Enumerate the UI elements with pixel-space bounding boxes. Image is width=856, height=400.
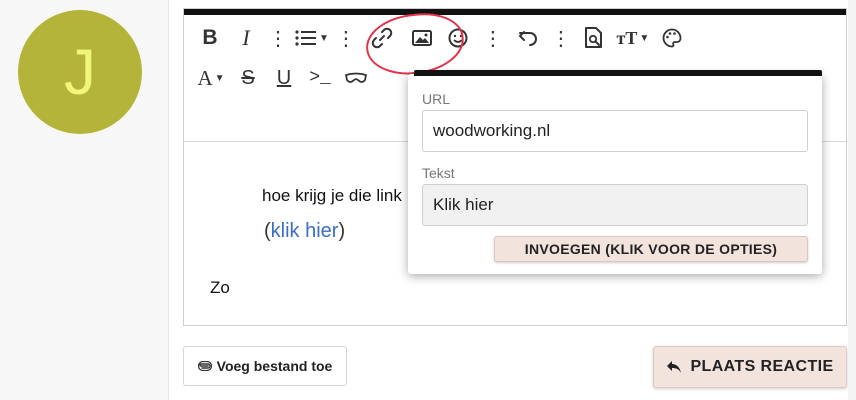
avatar[interactable]: J [18, 10, 142, 134]
code-icon: >_ [309, 68, 331, 88]
more-icon: ⋮ [335, 27, 356, 50]
editor-top-border [184, 9, 846, 15]
more-button[interactable]: ⋮ [546, 23, 576, 53]
undo-button[interactable] [510, 23, 546, 53]
italic-icon: I [242, 25, 250, 50]
inserted-link[interactable]: klik hier [271, 220, 339, 242]
font-button[interactable]: A ▼ [192, 63, 230, 93]
find-icon [584, 27, 602, 48]
underline-icon: U [276, 66, 292, 89]
text-label: Tekst [422, 165, 455, 181]
find-button[interactable] [576, 23, 612, 53]
underline-button[interactable]: U [266, 63, 302, 93]
strikethrough-icon: S [241, 66, 255, 89]
spoiler-button[interactable] [338, 63, 374, 93]
strikethrough-button[interactable]: S [230, 63, 266, 93]
undo-icon [518, 31, 537, 46]
more-button[interactable]: ⋮ [332, 23, 360, 53]
list-icon [295, 30, 316, 46]
url-label: URL [422, 91, 451, 107]
insert-link-popup: URL woodworking.nl Tekst Klik hier INVOE… [408, 70, 822, 274]
color-button[interactable] [654, 23, 690, 53]
chevron-down-icon: ▼ [639, 32, 650, 44]
more-icon: ⋮ [268, 27, 288, 50]
left-rail: J [0, 0, 169, 400]
font-icon: A [197, 65, 213, 90]
more-icon: ⋮ [550, 27, 571, 50]
avatar-initial: J [64, 36, 96, 108]
paperclip-icon [197, 361, 212, 371]
content-line: hoe krijg je die link [262, 186, 402, 205]
paren-open: ( [264, 220, 271, 242]
attach-file-label: Voeg bestand toe [216, 358, 333, 374]
chevron-down-icon: ▼ [319, 32, 329, 44]
list-button[interactable]: ▼ [292, 23, 332, 53]
link-text-field[interactable]: Klik hier [422, 184, 808, 226]
bold-button[interactable]: B [192, 23, 228, 53]
reply-icon [667, 361, 682, 373]
more-icon: ⋮ [482, 27, 503, 50]
content-line: Zo [210, 278, 230, 297]
text-size-button[interactable]: тT ▼ [612, 23, 654, 53]
more-button[interactable]: ⋮ [264, 23, 292, 53]
paren-close: ) [338, 220, 346, 242]
italic-button[interactable]: I [228, 23, 264, 53]
popup-top-border [414, 70, 822, 76]
text-size-icon: тT [616, 27, 638, 48]
code-button[interactable]: >_ [302, 63, 338, 93]
palette-icon [662, 28, 682, 48]
post-reply-label: PLAATS REACTIE [690, 358, 834, 375]
more-button[interactable]: ⋮ [476, 23, 510, 53]
bold-icon: B [202, 26, 218, 49]
spoiler-icon [345, 72, 367, 83]
insert-link-button[interactable]: INVOEGEN (KLIK VOOR DE OPTIES) [494, 236, 808, 262]
post-reply-button[interactable]: PLAATS REACTIE [653, 346, 847, 388]
url-field[interactable]: woodworking.nl [422, 110, 808, 152]
attach-file-button[interactable]: Voeg bestand toe [183, 346, 347, 386]
toolbar-row-2: A ▼ S U >_ [192, 63, 374, 93]
chevron-down-icon: ▼ [214, 72, 225, 84]
right-edge [848, 0, 856, 400]
content-line: (klik hier) [264, 220, 345, 243]
